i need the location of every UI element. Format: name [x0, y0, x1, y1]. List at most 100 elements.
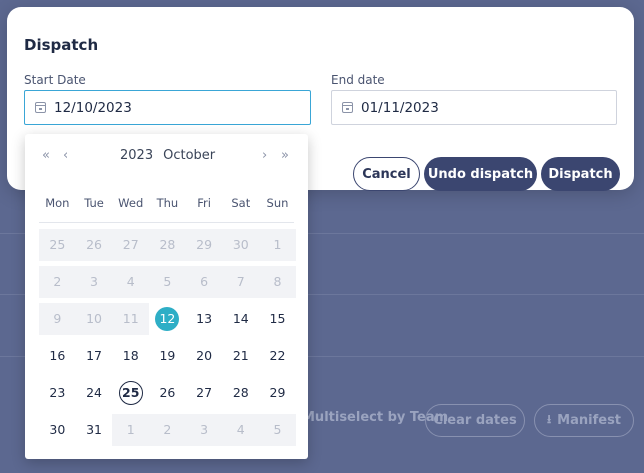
- end-date-value: 01/11/2023: [361, 99, 439, 116]
- calendar-day: 30: [222, 228, 260, 261]
- clear-dates-label: Clear dates: [433, 413, 517, 428]
- calendar-week: 25 26 27 28 29 30 1: [39, 226, 296, 263]
- calendar-day[interactable]: 21: [222, 340, 259, 372]
- calendar-day: 26: [75, 228, 113, 261]
- day-number: 1: [126, 422, 135, 437]
- day-number: 3: [200, 422, 209, 437]
- day-number: 5: [163, 274, 172, 289]
- calendar-day[interactable]: 19: [149, 340, 186, 372]
- next-year-icon[interactable]: »: [281, 148, 289, 163]
- weekday-label: Fri: [197, 196, 211, 210]
- calendar-day[interactable]: 20: [186, 340, 223, 372]
- calendar-day: 2: [149, 413, 186, 446]
- calendar-day[interactable]: 24: [76, 377, 113, 409]
- calendar-day: 1: [259, 228, 296, 261]
- weekday-label: Sat: [231, 196, 251, 210]
- day-number: 6: [200, 274, 209, 289]
- calendar-day: 25: [39, 228, 76, 261]
- day-number: 22: [269, 348, 286, 363]
- calendar-day[interactable]: 13: [186, 303, 223, 335]
- calendar-day: 2: [39, 265, 76, 298]
- day-number: 31: [86, 422, 102, 437]
- day-number: 4: [236, 422, 245, 437]
- calendar-day: 28: [149, 228, 186, 261]
- day-number: 13: [196, 311, 213, 326]
- calendar-day: 11: [112, 302, 150, 335]
- calendar-day[interactable]: 22: [259, 340, 296, 372]
- prev-year-icon[interactable]: «: [42, 148, 50, 163]
- day-number: 23: [49, 385, 66, 400]
- undo-dispatch-button[interactable]: Undo dispatch: [424, 157, 537, 191]
- prev-month-icon[interactable]: ‹: [63, 148, 68, 163]
- day-number: 1: [273, 237, 282, 252]
- modal-title: Dispatch: [24, 36, 99, 54]
- day-number: 2: [53, 274, 62, 289]
- day-number: 17: [86, 348, 102, 363]
- day-number: 28: [232, 385, 249, 400]
- calendar-day[interactable]: 29: [259, 377, 296, 409]
- weekday-label: Wed: [118, 196, 144, 210]
- day-number: 5: [273, 422, 282, 437]
- day-number: 29: [269, 385, 286, 400]
- day-number: 28: [159, 237, 176, 252]
- date-picker-popup: « ‹ 2023 October › » Mon Tue Wed Thu Fri Sat S…: [25, 134, 308, 459]
- calendar-day[interactable]: 28: [222, 377, 259, 409]
- calendar-day: 5: [259, 413, 296, 446]
- weekday-label: Mon: [45, 196, 70, 210]
- divider: [39, 222, 294, 223]
- day-number: 26: [86, 237, 102, 252]
- weekday-label: Tue: [84, 196, 104, 210]
- calendar-day: 29: [185, 228, 223, 261]
- calendar-day[interactable]: 14: [222, 303, 259, 335]
- day-number: 7: [236, 274, 245, 289]
- calendar-day: 27: [112, 228, 150, 261]
- day-number: 12: [155, 306, 180, 331]
- calendar-year[interactable]: 2023: [120, 148, 153, 163]
- start-date-field[interactable]: 12/10/2023: [24, 90, 311, 125]
- day-number: 18: [122, 348, 139, 363]
- day-number: 15: [269, 311, 286, 326]
- clear-dates-button[interactable]: Clear dates: [425, 404, 525, 437]
- day-number: 26: [159, 385, 176, 400]
- calendar-day[interactable]: 31: [76, 414, 113, 446]
- calendar-day[interactable]: 15: [259, 303, 296, 335]
- calendar-day: 7: [222, 265, 260, 298]
- day-number: 9: [53, 311, 62, 326]
- cancel-button[interactable]: Cancel: [353, 157, 420, 191]
- start-date-label: Start Date: [24, 73, 86, 87]
- calendar-day: 1: [112, 413, 150, 446]
- calendar-day: 3: [185, 413, 223, 446]
- calendar-day: 8: [259, 265, 296, 298]
- day-number: 2: [163, 422, 172, 437]
- day-number: 20: [196, 348, 213, 363]
- dispatch-button[interactable]: Dispatch: [541, 157, 620, 191]
- calendar-day: 5: [149, 265, 186, 298]
- calendar-icon: [342, 102, 353, 113]
- calendar-day: 4: [112, 265, 150, 298]
- calendar-day: 10: [75, 302, 113, 335]
- calendar-week: 9 10 11 12 13 14 15: [39, 300, 296, 337]
- weekday-label: Thu: [156, 196, 179, 210]
- calendar-week: 2 3 4 5 6 7 8: [39, 263, 296, 300]
- manifest-button[interactable]: ⭳ Manifest: [534, 404, 634, 437]
- end-date-field[interactable]: 01/11/2023: [331, 90, 617, 125]
- day-number: 25: [49, 237, 66, 252]
- calendar-day[interactable]: 12: [149, 303, 186, 335]
- calendar-day[interactable]: 18: [112, 340, 149, 372]
- calendar-week: 23 24 25 26 27 28 29: [39, 374, 296, 411]
- next-month-icon[interactable]: ›: [262, 148, 267, 163]
- calendar-day[interactable]: 27: [186, 377, 223, 409]
- calendar-day[interactable]: 30: [39, 414, 76, 446]
- calendar-day[interactable]: 17: [76, 340, 113, 372]
- start-date-value: 12/10/2023: [54, 99, 132, 116]
- calendar-day[interactable]: 26: [149, 377, 186, 409]
- day-number: 4: [126, 274, 135, 289]
- calendar-header: « ‹ 2023 October › »: [25, 148, 308, 168]
- calendar-day[interactable]: 25: [112, 377, 149, 409]
- calendar-day[interactable]: 16: [39, 340, 76, 372]
- calendar-month[interactable]: October: [163, 148, 215, 163]
- calendar-day[interactable]: 23: [39, 377, 76, 409]
- calendar-day: 9: [39, 302, 76, 335]
- calendar-day: 6: [185, 265, 223, 298]
- day-number: 24: [86, 385, 102, 400]
